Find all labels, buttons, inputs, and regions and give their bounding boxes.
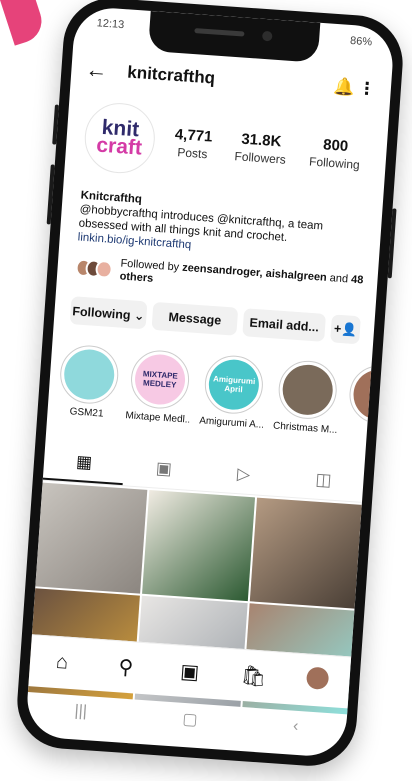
story-highlights: GSM21 MIXTAPE MEDLEY Mixtape Medl... Ami… — [57, 343, 396, 439]
phone-power-button — [387, 208, 397, 279]
search-icon[interactable]: ⚲ — [105, 653, 147, 681]
post-thumbnail[interactable] — [142, 490, 255, 602]
highlight-label: Christmas M... — [272, 420, 338, 436]
followed-by-text: Followed by zeensandroger, aishalgreen a… — [119, 257, 364, 300]
following-button[interactable]: Following ⌄ — [69, 296, 148, 330]
followed-by-names: zeensandroger, aishalgreen — [181, 261, 328, 284]
stat-following[interactable]: 800 Following — [308, 135, 362, 172]
grid-icon[interactable]: ▦ — [42, 440, 126, 486]
email-button[interactable]: Email add... — [242, 308, 326, 342]
arrow-left-icon[interactable]: ← — [85, 57, 117, 85]
phone-side-button — [46, 164, 55, 225]
highlight-label: GSM21 — [69, 406, 104, 420]
phone-screen: 12:13 86% ← knitcrafthq 🔔 ⋮ knit craft 4… — [24, 5, 396, 759]
highlight-cover — [62, 347, 116, 402]
phone-side-button — [52, 104, 59, 145]
home-button-icon[interactable]: ▢ — [182, 709, 198, 730]
add-person-icon[interactable]: +👤 — [329, 314, 361, 345]
tagged-icon[interactable]: ◫ — [282, 457, 365, 501]
notch — [147, 10, 321, 63]
decorative-pink-shape — [0, 0, 48, 46]
phone-frame: 12:13 86% ← knitcrafthq 🔔 ⋮ knit craft 4… — [14, 0, 406, 769]
highlight-cover: MIXTAPE MEDLEY — [133, 352, 187, 407]
highlight-item[interactable]: MIXTAPE MEDLEY Mixtape Medl... — [125, 348, 194, 426]
highlight-label: AW — [367, 427, 385, 440]
profile-avatar[interactable]: knit craft — [82, 100, 158, 176]
stat-posts[interactable]: 4,771 Posts — [173, 125, 213, 161]
highlight-cover — [281, 363, 335, 417]
more-vertical-icon[interactable]: ⋮ — [356, 79, 377, 100]
highlight-cover — [351, 368, 396, 422]
shop-icon[interactable]: 🛍 — [233, 662, 275, 690]
profile-summary: knit craft 4,771 Posts 31.8K Followers 8… — [82, 99, 374, 193]
profile-handle: knitcrafthq — [126, 62, 216, 88]
stat-label: Posts — [176, 144, 208, 161]
stat-value: 31.8K — [240, 130, 282, 150]
post-thumbnail[interactable] — [249, 497, 362, 609]
post-thumbnail[interactable] — [35, 482, 148, 594]
reels-icon[interactable]: ▣ — [169, 658, 211, 686]
recent-apps-icon[interactable]: ||| — [74, 702, 88, 721]
highlight-label: Amigurumi A... — [198, 415, 264, 431]
highlight-cover: Amigurumi April — [207, 357, 261, 412]
stat-value: 800 — [322, 135, 349, 155]
stat-label: Following — [308, 153, 361, 172]
stat-label: Followers — [234, 148, 287, 167]
profile-avatar[interactable] — [296, 665, 338, 696]
followed-by-and: and — [326, 271, 352, 286]
status-time: 12:13 — [96, 17, 125, 32]
highlight-item[interactable]: GSM21 — [57, 343, 121, 421]
status-battery: 86% — [349, 34, 373, 49]
reels-icon[interactable]: ▣ — [123, 446, 206, 490]
back-system-icon[interactable]: ‹ — [292, 718, 299, 736]
front-camera — [261, 30, 273, 42]
message-button[interactable]: Message — [151, 301, 239, 336]
bell-icon[interactable]: 🔔 — [330, 77, 357, 99]
highlight-label: Mixtape Medl... — [125, 410, 190, 426]
highlight-item[interactable]: Christmas M... — [272, 358, 342, 436]
stat-value: 4,771 — [174, 125, 213, 146]
stat-followers[interactable]: 31.8K Followers — [234, 130, 288, 167]
play-icon[interactable]: ▷ — [202, 452, 285, 496]
follower-avatar — [95, 259, 113, 279]
home-icon[interactable]: ⌂ — [41, 650, 83, 676]
profile-header: ← knitcrafthq 🔔 ⋮ — [84, 55, 377, 105]
logo-text-line2: craft — [95, 133, 143, 160]
profile-bio: Knitcrafthq @hobbycrafthq introduces @kn… — [77, 189, 368, 265]
profile-stats: 4,771 Posts 31.8K Followers 800 Followin… — [154, 124, 374, 172]
speaker — [194, 28, 245, 37]
highlight-item[interactable]: Amigurumi April Amigurumi A... — [198, 353, 268, 431]
profile-actions: Following ⌄ Message Email add... +👤 — [69, 296, 361, 345]
highlight-item[interactable]: AW — [347, 363, 396, 441]
